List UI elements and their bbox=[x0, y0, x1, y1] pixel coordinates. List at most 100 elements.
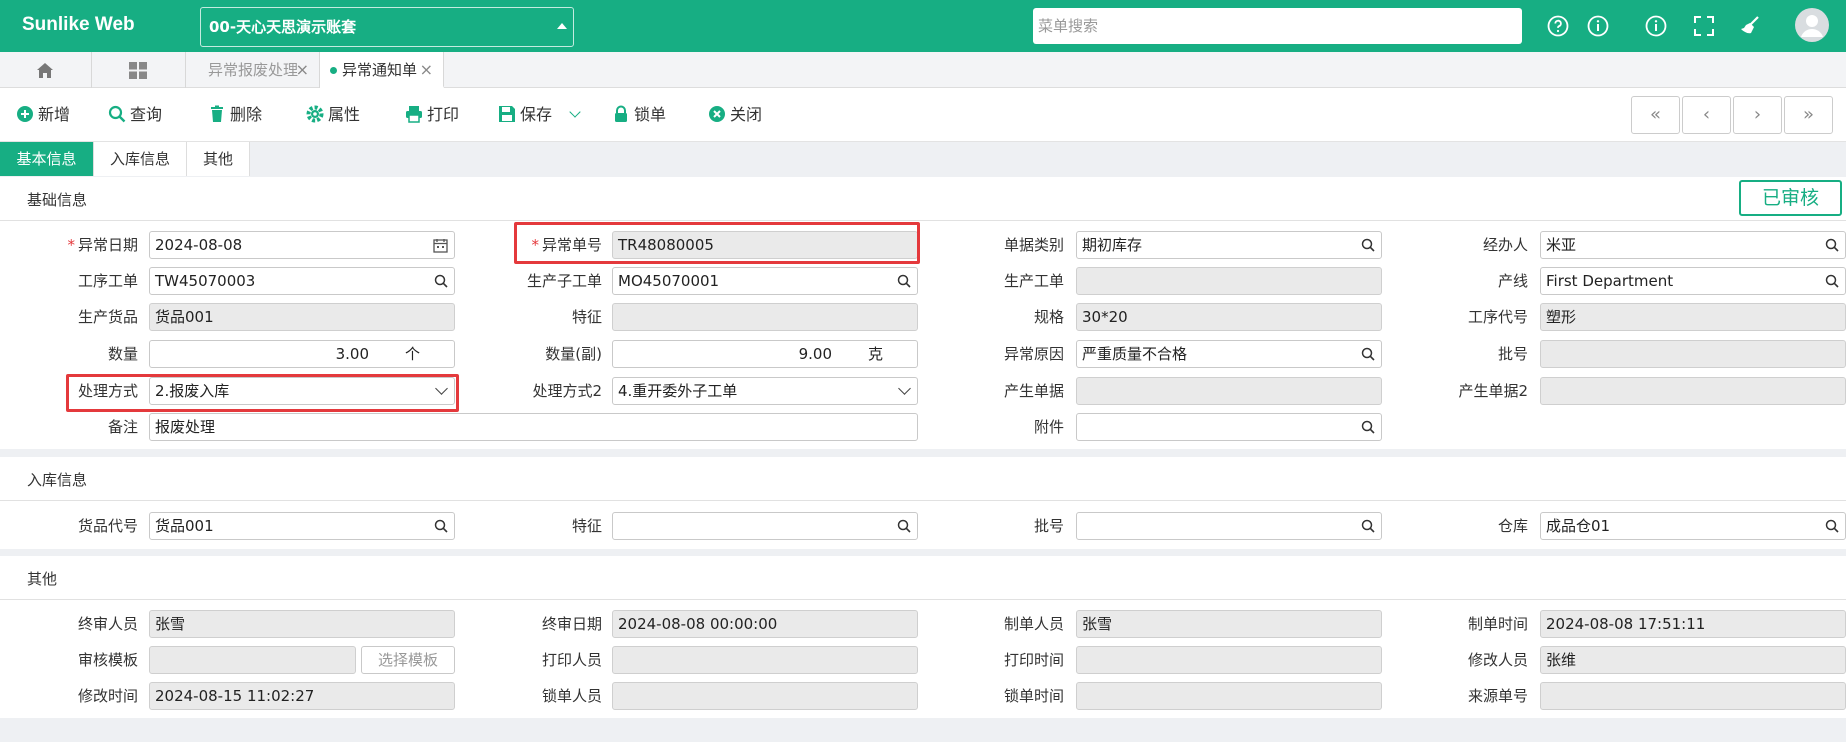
modify-time-field[interactable]: 2024-08-15 11:02:27 bbox=[149, 682, 455, 710]
broom-icon[interactable] bbox=[1738, 14, 1762, 38]
line-field[interactable]: First Department bbox=[1540, 267, 1846, 295]
warehouse-field[interactable]: 成品仓01 bbox=[1540, 512, 1846, 540]
tab-scrap-handling[interactable]: 异常报废处理 × bbox=[186, 52, 320, 88]
basic-section-header: 基础信息 bbox=[0, 177, 1846, 221]
properties-button[interactable]: 属性 bbox=[306, 103, 360, 127]
prod-item-field[interactable]: 货品001 bbox=[149, 303, 455, 331]
fullscreen-icon[interactable] bbox=[1692, 14, 1716, 38]
query-button[interactable]: 查询 bbox=[108, 103, 162, 127]
calendar-icon[interactable] bbox=[433, 238, 448, 253]
process-code-field[interactable]: 塑形 bbox=[1540, 303, 1846, 331]
modifier-field[interactable]: 张维 bbox=[1540, 646, 1846, 674]
print-time-field[interactable] bbox=[1076, 646, 1382, 674]
create-time-field[interactable]: 2024-08-08 17:51:11 bbox=[1540, 610, 1846, 638]
search-icon[interactable] bbox=[1825, 274, 1839, 288]
creator-field[interactable]: 张雪 bbox=[1076, 610, 1382, 638]
modifier-label: 修改人员 bbox=[1467, 651, 1528, 669]
search-icon[interactable] bbox=[1825, 238, 1839, 252]
new-button[interactable]: 新增 bbox=[16, 103, 70, 127]
printer-field[interactable] bbox=[612, 646, 918, 674]
qty-field[interactable]: 3.00 个 bbox=[149, 340, 455, 368]
gen-doc-label: 产生单据 bbox=[1003, 382, 1064, 400]
info-icon[interactable] bbox=[1586, 14, 1610, 38]
next-record-button[interactable]: › bbox=[1733, 96, 1782, 134]
final-date-field[interactable]: 2024-08-08 00:00:00 bbox=[612, 610, 918, 638]
select-template-button[interactable]: 选择模板 bbox=[361, 646, 455, 674]
chevron-down-icon[interactable] bbox=[569, 106, 581, 118]
delete-button[interactable]: 删除 bbox=[208, 103, 262, 127]
previous-record-button[interactable]: ‹ bbox=[1682, 96, 1731, 134]
search-icon[interactable] bbox=[1361, 238, 1375, 252]
close-icon[interactable]: × bbox=[296, 52, 309, 88]
search-icon[interactable] bbox=[897, 274, 911, 288]
batch-field[interactable] bbox=[1540, 340, 1846, 368]
gen-doc-field[interactable] bbox=[1076, 377, 1382, 405]
app-logo: Sunlike Web bbox=[22, 14, 135, 35]
modify-time-label: 修改时间 bbox=[77, 687, 138, 705]
print-time-label: 打印时间 bbox=[1003, 651, 1064, 669]
tab-exception-notice[interactable]: 异常通知单 × bbox=[320, 52, 444, 88]
printer-icon bbox=[406, 106, 422, 123]
subtab-basic[interactable]: 基本信息 bbox=[0, 142, 94, 176]
subtab-other[interactable]: 其他 bbox=[187, 142, 250, 176]
gen-doc2-field[interactable] bbox=[1540, 377, 1846, 405]
gen-doc2-label: 产生单据2 bbox=[1458, 382, 1528, 400]
lock-time-field[interactable] bbox=[1076, 682, 1382, 710]
remark-field[interactable]: 报废处理 bbox=[149, 413, 918, 441]
caret-up-icon bbox=[557, 23, 567, 29]
remark-label: 备注 bbox=[107, 418, 138, 436]
process-wo-field[interactable]: TW45070003 bbox=[149, 267, 455, 295]
exception-no-field[interactable]: TR48080005 bbox=[612, 231, 918, 259]
item-code-field[interactable]: 货品001 bbox=[149, 512, 455, 540]
locker-field[interactable] bbox=[612, 682, 918, 710]
method2-select[interactable]: 4.重开委外子工单 bbox=[612, 377, 918, 405]
search-icon[interactable] bbox=[1361, 347, 1375, 361]
print-button[interactable]: 打印 bbox=[405, 103, 459, 127]
doc-type-field[interactable]: 期初库存 bbox=[1076, 231, 1382, 259]
search-icon[interactable] bbox=[1825, 519, 1839, 533]
help-icon[interactable] bbox=[1546, 14, 1570, 38]
source-no-field[interactable] bbox=[1540, 682, 1846, 710]
first-record-button[interactable]: « bbox=[1631, 96, 1680, 134]
last-record-button[interactable]: » bbox=[1784, 96, 1833, 134]
menu-search-input[interactable] bbox=[1033, 8, 1522, 44]
save-button[interactable]: 保存 bbox=[498, 103, 581, 127]
sub-wo-field[interactable]: MO45070001 bbox=[612, 267, 918, 295]
search-icon[interactable] bbox=[434, 519, 448, 533]
exception-no-label: * 异常单号 bbox=[531, 236, 602, 254]
inbound-batch-field[interactable] bbox=[1076, 512, 1382, 540]
search-icon[interactable] bbox=[897, 519, 911, 533]
home-tab[interactable] bbox=[0, 52, 92, 88]
spec-field[interactable]: 30*20 bbox=[1076, 303, 1382, 331]
about-icon[interactable] bbox=[1644, 14, 1668, 38]
handler-field[interactable]: 米亚 bbox=[1540, 231, 1846, 259]
reason-field[interactable]: 严重质量不合格 bbox=[1076, 340, 1382, 368]
close-icon[interactable]: × bbox=[420, 52, 433, 88]
feature-field[interactable] bbox=[612, 303, 918, 331]
qty-unit: 个 bbox=[404, 345, 420, 363]
exception-date-field[interactable]: 2024-08-08 bbox=[149, 231, 455, 259]
close-circle-icon bbox=[709, 106, 725, 122]
search-icon[interactable] bbox=[1361, 420, 1375, 434]
review-template-field[interactable] bbox=[149, 646, 356, 674]
inbound-feature-field[interactable] bbox=[612, 512, 918, 540]
close-button[interactable]: 关闭 bbox=[708, 103, 762, 127]
search-icon[interactable] bbox=[434, 274, 448, 288]
final-reviewer-field[interactable]: 张雪 bbox=[149, 610, 455, 638]
attachment-field[interactable] bbox=[1076, 413, 1382, 441]
prod-wo-field[interactable] bbox=[1076, 267, 1382, 295]
lock-button[interactable]: 锁单 bbox=[612, 103, 666, 127]
subtab-inbound[interactable]: 入库信息 bbox=[94, 142, 187, 176]
method-select[interactable]: 2.报废入库 bbox=[149, 377, 455, 405]
warehouse-label: 仓库 bbox=[1497, 517, 1528, 535]
floppy-icon bbox=[499, 106, 515, 122]
trash-icon bbox=[211, 105, 223, 122]
apps-tab[interactable] bbox=[92, 52, 186, 88]
source-no-label: 来源单号 bbox=[1467, 687, 1528, 705]
prod-item-label: 生产货品 bbox=[77, 308, 138, 326]
search-icon bbox=[108, 105, 126, 123]
search-icon[interactable] bbox=[1361, 519, 1375, 533]
qty-sub-field[interactable]: 9.00 克 bbox=[612, 340, 918, 368]
user-avatar-icon[interactable] bbox=[1795, 8, 1829, 42]
account-selector[interactable]: 00-天心天思演示账套 bbox=[200, 7, 574, 47]
